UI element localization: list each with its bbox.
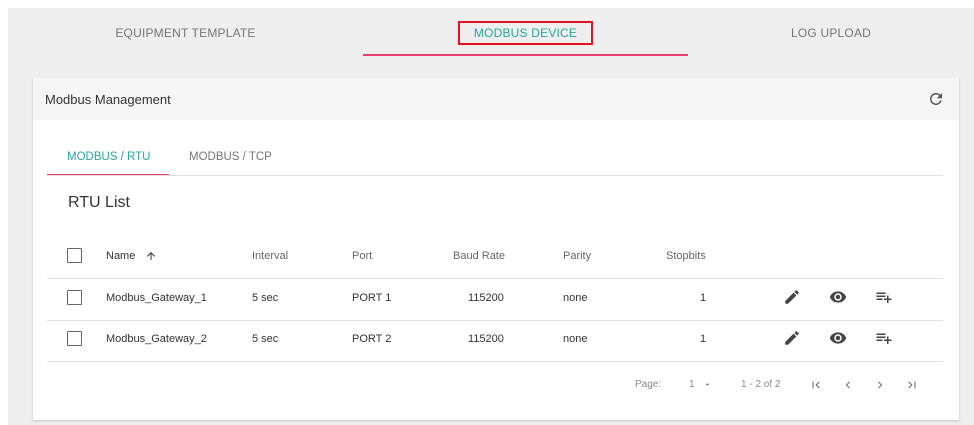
dropdown-arrow-icon [705,383,709,386]
row-checkbox[interactable] [67,290,82,305]
playlist-add-icon[interactable] [875,329,893,347]
tab-modbus-device[interactable]: MODBUS DEVICE [363,8,688,58]
cell-port: PORT 1 [352,292,392,304]
last-page-icon[interactable] [905,378,919,392]
modbus-management-card: Modbus Management MODBUS / RTU MODBUS / … [33,78,959,420]
tab-modbus-tcp[interactable]: MODBUS / TCP [189,138,272,176]
page-label: Page: [635,379,662,390]
playlist-add-icon[interactable] [875,288,893,306]
tab-label: LOG UPLOAD [790,26,872,40]
cell-stopbits: 1 [700,292,707,304]
view-icon[interactable] [829,288,847,306]
cell-parity: none [563,292,588,304]
first-page-icon[interactable] [809,378,823,392]
cell-parity: none [563,333,588,345]
cell-name: Modbus_Gateway_1 [106,292,207,304]
divider [47,278,943,279]
tab-log-upload[interactable]: LOG UPLOAD [688,8,974,58]
divider [47,361,943,362]
column-header-stopbits: Stopbits [666,250,706,262]
card-header: Modbus Management [33,78,959,120]
page-select-value: 1 [689,379,695,390]
active-tab-indicator [363,54,688,56]
cell-baud-rate: 115200 [468,292,504,304]
column-header-interval: Interval [252,250,289,262]
card-title: Modbus Management [45,92,171,107]
column-header-name[interactable]: Name [106,250,157,262]
tab-equipment-template[interactable]: EQUIPMENT TEMPLATE [8,8,363,58]
column-label: Name [106,250,136,262]
cell-name: Modbus_Gateway_2 [106,333,207,345]
refresh-icon[interactable] [927,90,945,108]
divider [47,320,943,321]
column-header-port: Port [352,250,373,262]
page-select[interactable]: 1 [689,379,712,390]
page-range: 1 - 2 of 2 [741,379,781,390]
tab-label: MODBUS DEVICE [457,21,594,45]
divider [47,175,943,176]
column-header-parity: Parity [563,250,592,262]
cell-port: PORT 2 [352,333,392,345]
sub-tab-label: MODBUS / TCP [189,151,272,163]
edit-icon[interactable] [783,288,801,306]
select-all-checkbox[interactable] [67,248,82,263]
tab-label: EQUIPMENT TEMPLATE [115,26,256,40]
tab-modbus-rtu[interactable]: MODBUS / RTU [67,138,151,176]
top-tab-bar: EQUIPMENT TEMPLATE MODBUS DEVICE LOG UPL… [8,8,974,58]
cell-baud-rate: 115200 [468,333,504,345]
previous-page-icon[interactable] [841,378,855,392]
cell-interval: 5 sec [252,292,279,304]
cell-stopbits: 1 [700,333,707,345]
list-title: RTU List [68,194,130,211]
row-checkbox[interactable] [67,331,82,346]
view-icon[interactable] [829,329,847,347]
sort-ascending-icon [147,252,156,260]
cell-interval: 5 sec [252,333,279,345]
sub-tab-bar: MODBUS / RTU MODBUS / TCP [47,138,943,176]
column-header-baud-rate: Baud Rate [453,250,505,262]
sub-tab-label: MODBUS / RTU [67,151,151,163]
next-page-icon[interactable] [873,378,887,392]
edit-icon[interactable] [783,329,801,347]
